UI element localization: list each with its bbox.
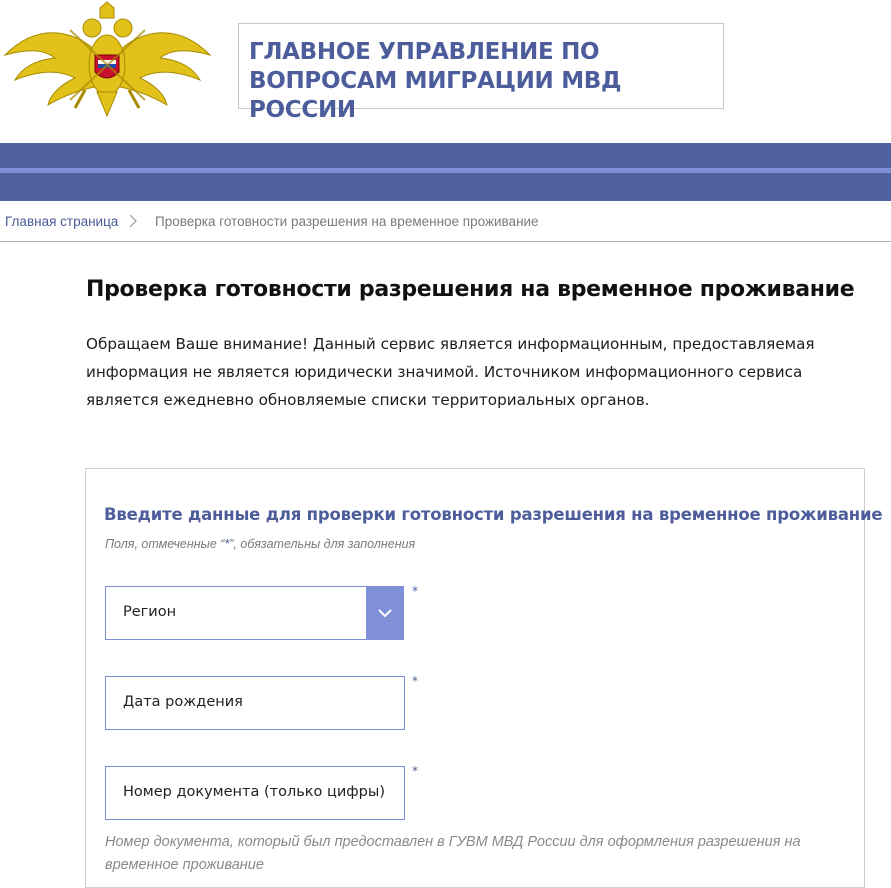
document-number-input[interactable]: Номер документа (только цифры) (105, 766, 405, 820)
notice-text: Обращаем Ваше внимание! Данный сервис яв… (86, 335, 815, 409)
site-header: ГЛАВНОЕ УПРАВЛЕНИЕ ПО ВОПРОСАМ МИГРАЦИИ … (0, 0, 891, 143)
breadcrumb: Главная страница Проверка готовности раз… (0, 201, 891, 242)
required-fields-hint: Поля, отмеченные “*”, обязательны для за… (105, 537, 415, 551)
birthdate-required-mark: * (412, 674, 418, 688)
header-band-stripe (0, 168, 891, 173)
region-select[interactable]: Регион (105, 586, 404, 640)
site-title-box: ГЛАВНОЕ УПРАВЛЕНИЕ ПО ВОПРОСАМ МИГРАЦИИ … (238, 23, 724, 123)
region-select-label: Регион (123, 604, 177, 620)
hint-suffix: ”, обязательны для заполнения (229, 537, 416, 551)
double-headed-eagle-emblem[interactable] (0, 0, 215, 120)
birthdate-input[interactable]: Дата рождения (105, 676, 405, 730)
hint-prefix: Поля, отмеченные “ (105, 537, 225, 551)
chevron-right-icon (129, 214, 137, 228)
document-number-hint: Номер документа, который был предоставле… (105, 834, 801, 873)
breadcrumb-current: Проверка готовности разрешения на времен… (155, 214, 539, 229)
form-heading: Введите данные для проверки готовности р… (104, 505, 883, 524)
page-title: Проверка готовности разрешения на времен… (86, 277, 855, 302)
region-dropdown-button[interactable] (366, 586, 404, 640)
region-required-mark: * (412, 584, 418, 598)
birthdate-placeholder: Дата рождения (123, 694, 243, 710)
breadcrumb-home-link[interactable]: Главная страница (5, 214, 118, 229)
document-number-required-mark: * (412, 764, 418, 778)
chevron-down-icon (378, 609, 392, 618)
document-number-placeholder: Номер документа (только цифры) (123, 784, 385, 800)
site-title: ГЛАВНОЕ УПРАВЛЕНИЕ ПО ВОПРОСАМ МИГРАЦИИ … (249, 39, 622, 123)
